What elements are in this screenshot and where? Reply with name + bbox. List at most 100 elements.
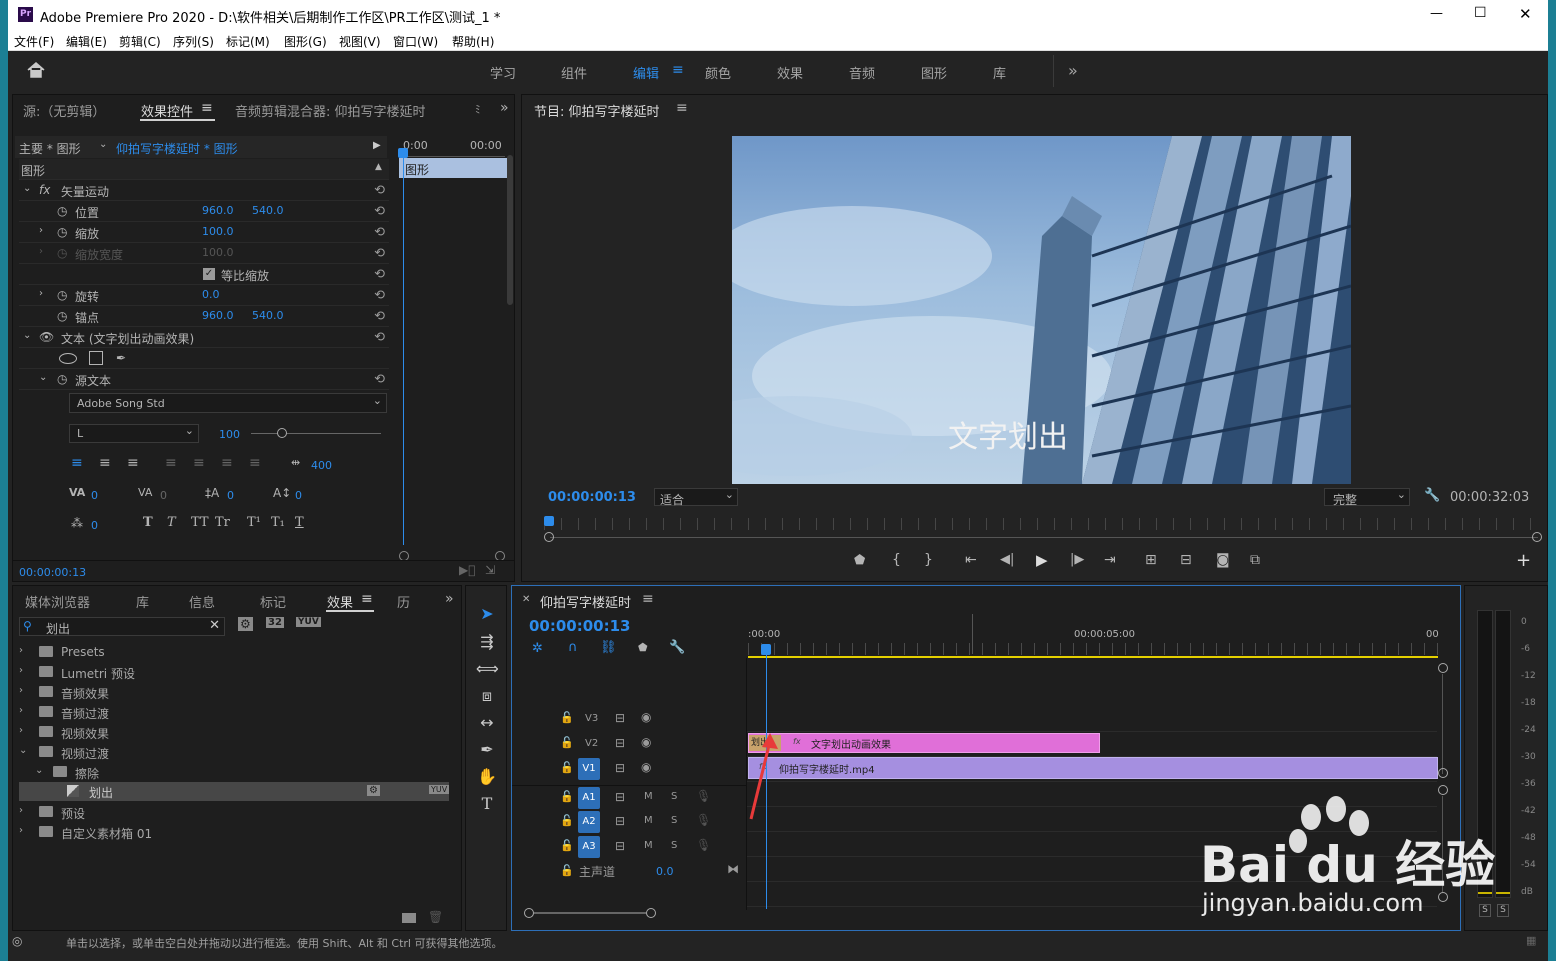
- razor-tool-icon[interactable]: ⧈: [476, 686, 498, 706]
- chevron-down-icon[interactable]: ⌄: [23, 330, 31, 341]
- menu-window[interactable]: 窗口(W): [393, 33, 438, 50]
- pen-mask-icon[interactable]: ✒: [116, 351, 126, 365]
- menu-view[interactable]: 视图(V): [339, 33, 381, 50]
- tab-markers[interactable]: 标记: [260, 592, 286, 611]
- justify-all-icon[interactable]: ≡: [249, 455, 261, 471]
- quality-select[interactable]: 完整 ⌄: [1324, 488, 1410, 507]
- lock-icon[interactable]: 🔓: [560, 711, 574, 724]
- audio-zoom-handle-top[interactable]: [1438, 785, 1448, 795]
- workspace-tab-editing[interactable]: 编辑: [633, 63, 659, 82]
- go-to-out-icon[interactable]: ⇥: [1104, 552, 1116, 568]
- panel-menu-icon[interactable]: ≡: [642, 591, 654, 607]
- track-target-button[interactable]: V1: [578, 758, 600, 780]
- baseline-icon[interactable]: A↕: [273, 486, 291, 500]
- master-label[interactable]: 主要 * 图形: [19, 140, 81, 157]
- ruler-ticks[interactable]: [748, 643, 1438, 655]
- lock-icon[interactable]: 🔓: [560, 839, 574, 852]
- chevron-down-icon[interactable]: ⌄: [39, 372, 47, 383]
- tab-menu-icon[interactable]: ≡: [201, 100, 213, 116]
- sync-lock-icon[interactable]: ⊟: [615, 839, 625, 853]
- workspace-tab-libraries[interactable]: 库: [993, 63, 1006, 82]
- prop-value-x[interactable]: 960.0: [202, 309, 234, 322]
- menu-edit[interactable]: 编辑(E): [66, 33, 107, 50]
- work-area-bar[interactable]: [748, 656, 1438, 658]
- menu-sequence[interactable]: 序列(S): [173, 33, 214, 50]
- prop-value[interactable]: 0.0: [202, 288, 220, 301]
- reset-icon[interactable]: ⟲: [374, 183, 385, 198]
- menu-help[interactable]: 帮助(H): [452, 33, 494, 50]
- track-target-button[interactable]: A2: [578, 811, 600, 833]
- resize-grip-icon[interactable]: ▦: [1526, 934, 1536, 947]
- mute-button[interactable]: M: [644, 815, 653, 826]
- list-item-wipe-out[interactable]: 划出 ⚙ YUV: [19, 782, 450, 801]
- kerning-value[interactable]: 0: [91, 489, 98, 502]
- timeline-timecode[interactable]: 00:00:00:13: [529, 617, 631, 635]
- scroll-handle-left[interactable]: [544, 532, 554, 542]
- subscript-button[interactable]: T₁: [271, 515, 285, 530]
- sync-lock-icon[interactable]: ⊟: [615, 736, 625, 750]
- lock-icon[interactable]: 🔓: [560, 814, 574, 827]
- reset-icon[interactable]: ⟲: [374, 246, 385, 261]
- master-value[interactable]: 0.0: [656, 865, 674, 878]
- solo-button[interactable]: S: [671, 815, 677, 826]
- align-right-icon[interactable]: ≡: [127, 455, 139, 471]
- panel-menu-icon[interactable]: ≡: [676, 100, 688, 116]
- yuv-effects-icon[interactable]: YUV: [296, 617, 321, 627]
- mini-clip-bar[interactable]: 图形: [399, 158, 507, 178]
- font-size-value[interactable]: 100: [219, 428, 240, 441]
- kerning-icon[interactable]: VA: [69, 486, 85, 499]
- ripple-edit-tool-icon[interactable]: ⟺: [476, 659, 499, 678]
- tab-audio-clip-mixer[interactable]: 音频剪辑混合器: 仰拍写字楼延时: [235, 101, 426, 120]
- scroll-handle-right[interactable]: [1532, 532, 1542, 542]
- program-timecode[interactable]: 00:00:00:13: [548, 490, 636, 505]
- reset-icon[interactable]: ⟲: [374, 267, 385, 282]
- reset-icon[interactable]: ⟲: [374, 372, 385, 387]
- tab-effects[interactable]: 效果: [327, 592, 353, 611]
- tracking2-value[interactable]: 0: [160, 489, 167, 502]
- step-forward-icon[interactable]: |▶: [1070, 552, 1084, 567]
- track-select-tool-icon[interactable]: ⇶: [476, 632, 498, 651]
- zoom-select[interactable]: 适合 ⌄: [654, 488, 738, 507]
- prop-value-x[interactable]: 960.0: [202, 204, 234, 217]
- stopwatch-icon[interactable]: ◷: [57, 225, 67, 239]
- tracking-va-icon[interactable]: VA: [138, 486, 152, 499]
- solo-button[interactable]: S: [671, 791, 677, 802]
- vertical-zoom-handle-top[interactable]: [1438, 663, 1448, 673]
- font-size-slider-handle[interactable]: [277, 428, 287, 438]
- horizontal-scroll-right[interactable]: [646, 908, 656, 918]
- pen-tool-icon[interactable]: ✒: [476, 740, 498, 759]
- lift-icon[interactable]: ⊞: [1145, 552, 1157, 568]
- tab-source[interactable]: 源:（无剪辑）: [23, 101, 105, 120]
- reset-icon[interactable]: ⟲: [374, 204, 385, 219]
- nest-icon[interactable]: ✲: [532, 641, 543, 656]
- export-icon[interactable]: ⇲: [485, 563, 495, 577]
- play-arrow-icon[interactable]: ▶: [373, 140, 381, 151]
- chevron-down-icon[interactable]: ⌄: [35, 765, 43, 776]
- lock-icon[interactable]: 🔓: [560, 790, 574, 803]
- hand-tool-icon[interactable]: ✋: [476, 767, 498, 786]
- faux-bold-button[interactable]: T: [143, 515, 153, 530]
- scroll-up-icon[interactable]: ▲: [375, 162, 382, 172]
- chevron-right-icon[interactable]: ›: [19, 805, 23, 816]
- mark-out-icon[interactable]: }: [924, 552, 933, 568]
- list-item-presets[interactable]: › Presets: [19, 643, 449, 663]
- lock-icon[interactable]: 🔓: [560, 736, 574, 749]
- track-label[interactable]: V2: [585, 738, 598, 749]
- eye-icon[interactable]: 👁: [39, 330, 54, 344]
- font-size-slider-track[interactable]: [251, 433, 381, 434]
- prop-value-y[interactable]: 540.0: [252, 204, 284, 217]
- justify-left-icon[interactable]: ≡: [165, 455, 177, 471]
- workspace-tab-assembly[interactable]: 组件: [561, 63, 587, 82]
- vertical-zoom-handle-bottom[interactable]: [1438, 768, 1448, 778]
- clip-v2-graphic[interactable]: 划出 fx 文字划出动画效果: [748, 733, 1100, 753]
- chevron-right-icon[interactable]: ›: [39, 288, 43, 299]
- small-caps-button[interactable]: Tr: [215, 515, 230, 530]
- tab-overflow[interactable]: ﾐ: [475, 101, 481, 117]
- master-expand-icon[interactable]: ⧓: [727, 862, 739, 876]
- sync-lock-icon[interactable]: ⊟: [615, 761, 625, 775]
- list-item-video-effects[interactable]: › 视频效果: [19, 723, 449, 743]
- stopwatch-icon[interactable]: ◷: [57, 288, 67, 302]
- align-center-icon[interactable]: ≡: [99, 455, 111, 471]
- extract-icon[interactable]: ⊟: [1180, 552, 1192, 568]
- list-item-presets-cn[interactable]: › 预设: [19, 803, 449, 823]
